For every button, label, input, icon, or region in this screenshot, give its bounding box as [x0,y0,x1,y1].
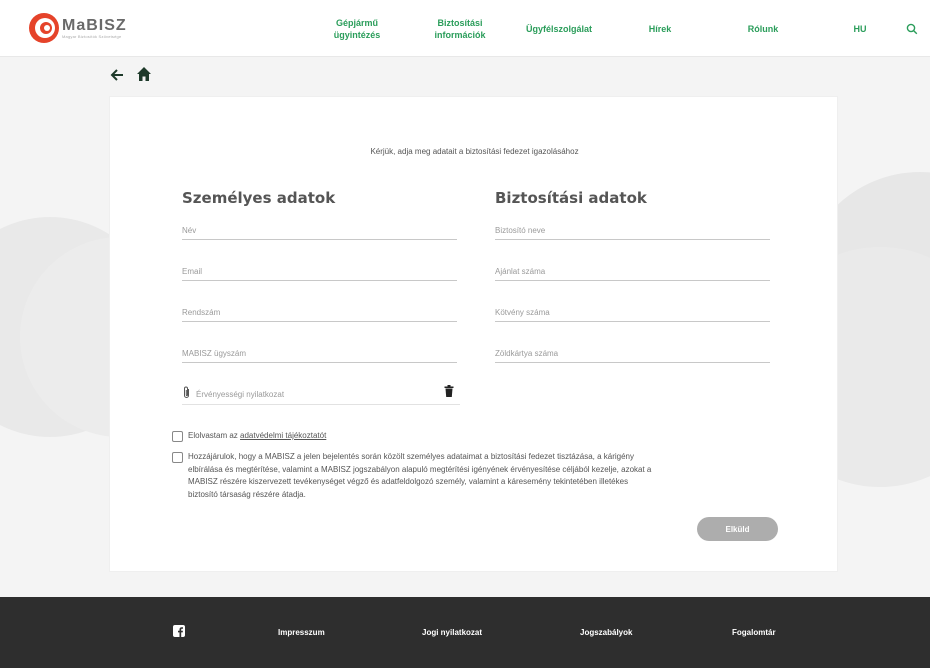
home-icon[interactable] [136,66,152,82]
language-label: HU [853,23,867,34]
logo-text: MaBISZ [62,16,127,34]
insurance-data-title: Biztosítási adatok [495,189,647,207]
attachment-label: Érvényességi nyilatkozat [196,390,285,399]
paperclip-icon [184,386,189,398]
data-processing-consent-row: Hozzájárulok, hogy a MABISZ a jelen beje… [172,451,782,505]
site-logo[interactable]: MaBISZ Magyar Biztosítók Szövetsége [28,12,127,44]
nav-customer-service-label: Ügyfélszolgálat [525,23,592,34]
nav-about-label: Rólunk [747,23,779,34]
back-arrow-icon[interactable] [110,68,124,82]
nav-news[interactable]: Hírek [640,0,680,57]
consent-checkbox[interactable] [172,452,183,463]
footer-link-regulations[interactable]: Jogszabályok [580,628,632,637]
attachment-upload[interactable]: Érvényességi nyilatkozat [182,383,460,405]
language-selector[interactable]: HU [848,0,872,57]
insurer-name-input[interactable] [495,221,770,240]
consent-line-2: elbírálása és megtérítése, valamint a MA… [188,464,652,474]
nav-vehicle-admin[interactable]: Gépjármű ügyintézés [322,0,392,57]
offer-number-input[interactable] [495,262,770,281]
privacy-consent-row: Elolvastam az adatvédelmi tájékoztatót [172,430,772,444]
consent-text: Hozzájárulok, hogy a MABISZ a jelen beje… [188,451,651,501]
nav-news-label: Hírek [648,23,672,34]
nav-customer-service[interactable]: Ügyfélszolgálat [515,0,603,57]
consent-line-1: Hozzájárulok, hogy a MABISZ a jelen beje… [188,452,635,461]
email-input[interactable] [182,262,457,281]
greencard-number-field [495,343,770,363]
privacy-text: Elolvastam az adatvédelmi tájékoztatót [188,430,326,443]
privacy-prefix: Elolvastam az [188,431,241,440]
consent-line-3: MABISZ részére kiszervezett tevékenysége… [188,477,629,487]
footer-link-impressum[interactable]: Impresszum [278,628,325,637]
policy-number-field [495,302,770,322]
site-header: MaBISZ Magyar Biztosítók Szövetsége Gépj… [0,0,930,57]
form-intro-text: Kérjük, adja meg adatait a biztosítási f… [370,147,579,156]
form-card: Kérjük, adja meg adatait a biztosítási f… [109,96,838,572]
logo-tagline: Magyar Biztosítók Szövetsége [62,33,122,39]
offer-number-field [495,261,770,281]
nav-insurance-info-line1: Biztosítási [437,17,483,28]
facebook-icon[interactable] [173,625,185,637]
trash-icon[interactable] [444,385,454,397]
search-icon[interactable] [906,23,918,35]
email-field [182,261,457,281]
logo-mark [29,13,59,43]
footer-link-glossary[interactable]: Fogalomtár [732,628,776,637]
nav-vehicle-admin-line1: Gépjármű [335,17,378,28]
insurer-name-field [495,220,770,240]
submit-button[interactable]: Elküld [697,517,778,541]
name-field [182,220,457,240]
consent-line-4: biztosító társaság részére átadja. [188,489,306,499]
case-number-field [182,343,457,363]
nav-insurance-info-line2: információk [434,29,486,40]
name-input[interactable] [182,221,457,240]
policy-number-input[interactable] [495,303,770,322]
privacy-checkbox[interactable] [172,431,183,442]
plate-field [182,302,457,322]
greencard-number-input[interactable] [495,344,770,363]
case-number-input[interactable] [182,344,457,363]
nav-vehicle-admin-line2: ügyintézés [333,29,381,40]
footer-link-legal-notice[interactable]: Jogi nyilatkozat [422,628,482,637]
nav-insurance-info[interactable]: Biztosítási információk [420,0,500,57]
site-footer: Impresszum Jogi nyilatkozat Jogszabályok… [0,597,930,668]
plate-number-input[interactable] [182,303,457,322]
nav-about[interactable]: Rólunk [738,0,788,57]
personal-data-title: Személyes adatok [182,189,336,207]
privacy-policy-link[interactable]: adatvédelmi tájékoztatót [240,431,326,440]
